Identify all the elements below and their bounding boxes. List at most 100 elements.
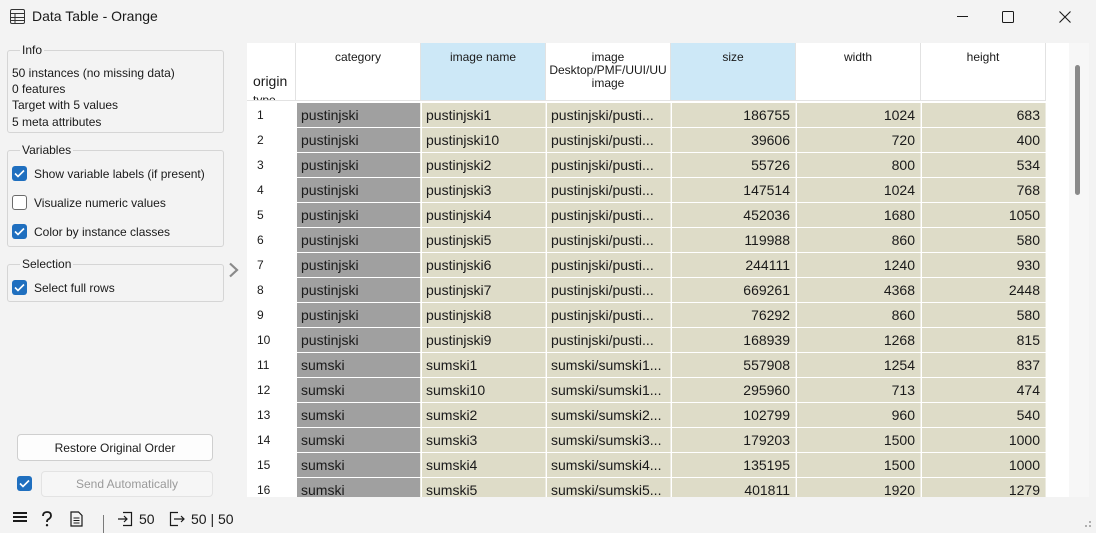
table-cell[interactable]: pustinjski <box>297 153 421 177</box>
column-header-5[interactable]: height <box>921 43 1046 101</box>
table-cell[interactable]: 4368 <box>797 278 921 302</box>
table-cell[interactable]: 102799 <box>672 403 796 427</box>
table-cell[interactable]: 295960 <box>672 378 796 402</box>
table-cell[interactable]: 557908 <box>672 353 796 377</box>
table-cell[interactable]: pustinjski7 <box>422 278 546 302</box>
table-cell[interactable]: 768 <box>922 178 1046 202</box>
table-row[interactable]: 9 pustinjski pustinjski8 pustinjski/pusti..… <box>247 303 1047 328</box>
row-number[interactable]: 10 <box>247 328 296 353</box>
table-cell[interactable]: 713 <box>797 378 921 402</box>
show-variable-labels-checkbox[interactable]: Show variable labels (if present) <box>12 166 205 181</box>
row-number[interactable]: 8 <box>247 278 296 303</box>
table-cell[interactable]: pustinjski <box>297 103 421 127</box>
visualize-numeric-checkbox[interactable]: Visualize numeric values <box>12 195 166 210</box>
table-cell[interactable]: sumski/sumski2... <box>547 403 671 427</box>
table-cell[interactable]: 669261 <box>672 278 796 302</box>
table-cell[interactable]: sumski10 <box>422 378 546 402</box>
row-number[interactable]: 1 <box>247 103 296 128</box>
send-automatically-button[interactable]: Send Automatically <box>41 471 213 497</box>
table-cell[interactable]: pustinjski3 <box>422 178 546 202</box>
table-cell[interactable]: sumski/sumski5... <box>547 478 671 497</box>
table-cell[interactable]: pustinjski/pusti... <box>547 328 671 352</box>
table-cell[interactable]: sumski2 <box>422 403 546 427</box>
table-cell[interactable]: 837 <box>922 353 1046 377</box>
table-cell[interactable]: 800 <box>797 153 921 177</box>
table-cell[interactable]: pustinjski/pusti... <box>547 153 671 177</box>
table-cell[interactable]: 2448 <box>922 278 1046 302</box>
table-cell[interactable]: 860 <box>797 303 921 327</box>
table-cell[interactable]: 1680 <box>797 203 921 227</box>
table-cell[interactable]: pustinjski <box>297 278 421 302</box>
table-cell[interactable]: sumski <box>297 353 421 377</box>
table-cell[interactable]: 1500 <box>797 453 921 477</box>
table-cell[interactable]: sumski1 <box>422 353 546 377</box>
table-cell[interactable]: sumski/sumski1... <box>547 378 671 402</box>
table-cell[interactable]: 1024 <box>797 103 921 127</box>
table-cell[interactable]: 76292 <box>672 303 796 327</box>
column-header-1[interactable]: image name <box>421 43 546 101</box>
table-cell[interactable]: 452036 <box>672 203 796 227</box>
table-cell[interactable]: 1050 <box>922 203 1046 227</box>
collapse-panel-chevron-icon[interactable] <box>228 262 240 281</box>
table-cell[interactable]: pustinjski/pusti... <box>547 103 671 127</box>
table-row[interactable]: 6 pustinjski pustinjski5 pustinjski/pusti..… <box>247 228 1047 253</box>
table-cell[interactable]: 580 <box>922 303 1046 327</box>
row-number[interactable]: 13 <box>247 403 296 428</box>
table-cell[interactable]: pustinjski/pusti... <box>547 178 671 202</box>
row-number[interactable]: 7 <box>247 253 296 278</box>
table-cell[interactable]: 186755 <box>672 103 796 127</box>
table-cell[interactable]: pustinjski <box>297 178 421 202</box>
row-number[interactable]: 2 <box>247 128 296 153</box>
table-cell[interactable]: 474 <box>922 378 1046 402</box>
column-header-0[interactable]: category <box>296 43 421 101</box>
table-cell[interactable]: pustinjski6 <box>422 253 546 277</box>
table-cell[interactable]: sumski <box>297 403 421 427</box>
table-row[interactable]: 11 sumski sumski1 sumski/sumski1... 557908 12… <box>247 353 1047 378</box>
column-header-3[interactable]: size <box>671 43 796 101</box>
table-cell[interactable]: 815 <box>922 328 1046 352</box>
table-cell[interactable]: 534 <box>922 153 1046 177</box>
row-number[interactable]: 11 <box>247 353 296 378</box>
table-cell[interactable]: pustinjski/pusti... <box>547 203 671 227</box>
table-cell[interactable]: 1240 <box>797 253 921 277</box>
table-row[interactable]: 8 pustinjski pustinjski7 pustinjski/pusti..… <box>247 278 1047 303</box>
table-cell[interactable]: 179203 <box>672 428 796 452</box>
column-header-2[interactable]: image Desktop/PMF/UUI/UU image <box>546 43 671 101</box>
table-cell[interactable]: 683 <box>922 103 1046 127</box>
table-cell[interactable]: sumski <box>297 478 421 497</box>
table-cell[interactable]: pustinjski5 <box>422 228 546 252</box>
row-number[interactable]: 4 <box>247 178 296 203</box>
table-cell[interactable]: 1000 <box>922 428 1046 452</box>
table-cell[interactable]: 401811 <box>672 478 796 497</box>
table-cell[interactable]: pustinjski4 <box>422 203 546 227</box>
table-row[interactable]: 7 pustinjski pustinjski6 pustinjski/pusti..… <box>247 253 1047 278</box>
table-cell[interactable]: pustinjski <box>297 128 421 152</box>
table-cell[interactable]: sumski <box>297 428 421 452</box>
table-row[interactable]: 4 pustinjski pustinjski3 pustinjski/pusti..… <box>247 178 1047 203</box>
maximize-button[interactable] <box>985 0 1031 34</box>
restore-original-order-button[interactable]: Restore Original Order <box>17 434 213 461</box>
resize-grip-icon[interactable] <box>1078 514 1092 531</box>
table-cell[interactable]: 1268 <box>797 328 921 352</box>
table-cell[interactable]: pustinjski <box>297 303 421 327</box>
table-cell[interactable]: pustinjski <box>297 203 421 227</box>
table-cell[interactable]: pustinjski/pusti... <box>547 228 671 252</box>
table-row[interactable]: 3 pustinjski pustinjski2 pustinjski/pusti..… <box>247 153 1047 178</box>
vertical-scrollbar-thumb[interactable] <box>1075 65 1080 195</box>
row-number[interactable]: 16 <box>247 478 296 497</box>
table-cell[interactable]: sumski/sumski4... <box>547 453 671 477</box>
table-cell[interactable]: 244111 <box>672 253 796 277</box>
table-row[interactable]: 16 sumski sumski5 sumski/sumski5... 401811 19… <box>247 478 1047 497</box>
table-row[interactable]: 1 pustinjski pustinjski1 pustinjski/pusti..… <box>247 103 1047 128</box>
output-summary[interactable]: 50 | 50 <box>169 511 234 527</box>
table-cell[interactable]: 860 <box>797 228 921 252</box>
row-number[interactable]: 12 <box>247 378 296 403</box>
table-cell[interactable]: 400 <box>922 128 1046 152</box>
table-cell[interactable]: 930 <box>922 253 1046 277</box>
table-cell[interactable]: pustinjski/pusti... <box>547 128 671 152</box>
table-row[interactable]: 2 pustinjski pustinjski10 pustinjski/pusti.… <box>247 128 1047 153</box>
table-cell[interactable]: 168939 <box>672 328 796 352</box>
menu-button[interactable] <box>13 511 27 523</box>
input-summary[interactable]: 50 <box>117 511 155 527</box>
table-cell[interactable]: 1000 <box>922 453 1046 477</box>
